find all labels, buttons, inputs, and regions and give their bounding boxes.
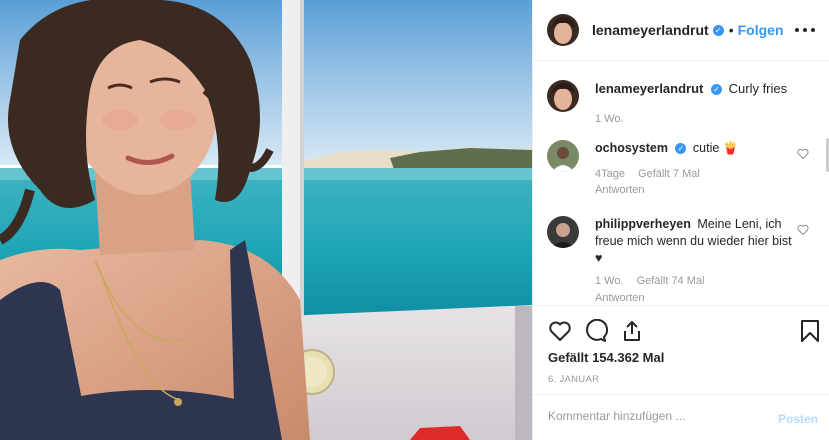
comment-input[interactable]	[548, 409, 748, 423]
author-username[interactable]: lenameyerlandrut	[592, 22, 709, 38]
likes-count[interactable]: Gefällt 154.362 Mal	[548, 350, 664, 365]
comment-username[interactable]: lenameyerlandrut	[595, 81, 703, 96]
actions-bar: Gefällt 154.362 Mal 6. JANUAR	[533, 305, 829, 393]
comments-list[interactable]: lenameyerlandrut ✓ Curly fries 1 Wo. och…	[533, 62, 829, 305]
caption-avatar[interactable]	[547, 80, 579, 112]
verified-badge-icon: ✓	[711, 84, 722, 95]
comment-text: Curly fries	[728, 81, 788, 96]
follow-button[interactable]: Folgen	[738, 22, 784, 38]
comment-time[interactable]: 1 Wo.	[595, 275, 624, 287]
post-date[interactable]: 6. JANUAR	[548, 374, 599, 385]
comment-icon[interactable]	[584, 319, 608, 343]
comment-username[interactable]: philippverheyen	[595, 217, 691, 231]
post-comment-button[interactable]: Posten	[778, 412, 818, 426]
comment-like-heart-icon[interactable]	[797, 148, 809, 160]
author-avatar[interactable]	[547, 14, 579, 46]
comment-username[interactable]: ochosystem	[595, 141, 668, 155]
heart-icon[interactable]	[548, 319, 572, 343]
comment-time[interactable]: 4Tage	[595, 168, 625, 180]
comment-likes[interactable]: Gefällt 74 Mal	[637, 275, 705, 287]
post-photo[interactable]	[0, 0, 532, 440]
commenter-avatar[interactable]	[547, 140, 579, 172]
separator-dot: •	[728, 22, 734, 38]
bookmark-icon[interactable]	[800, 319, 820, 343]
add-comment-bar: Posten	[533, 394, 829, 440]
reply-button[interactable]: Antworten	[595, 182, 795, 198]
reply-button[interactable]: Antworten	[595, 290, 795, 305]
share-icon[interactable]	[620, 319, 644, 343]
comment-time[interactable]: 1 Wo.	[595, 113, 624, 125]
comment-likes[interactable]: Gefällt 7 Mal	[638, 168, 700, 180]
side-panel: lenameyerlandrut ✓ • Folgen lenameyerlan…	[532, 0, 829, 440]
post-header: lenameyerlandrut ✓ • Folgen	[533, 0, 829, 61]
photo-image	[0, 0, 532, 440]
more-options-icon[interactable]	[795, 20, 815, 40]
verified-badge-icon: ✓	[712, 24, 724, 36]
verified-badge-icon: ✓	[675, 143, 687, 154]
comment-text: cutie 🍟	[692, 141, 739, 155]
commenter-avatar[interactable]	[547, 216, 579, 248]
comment-like-heart-icon[interactable]	[797, 224, 809, 236]
